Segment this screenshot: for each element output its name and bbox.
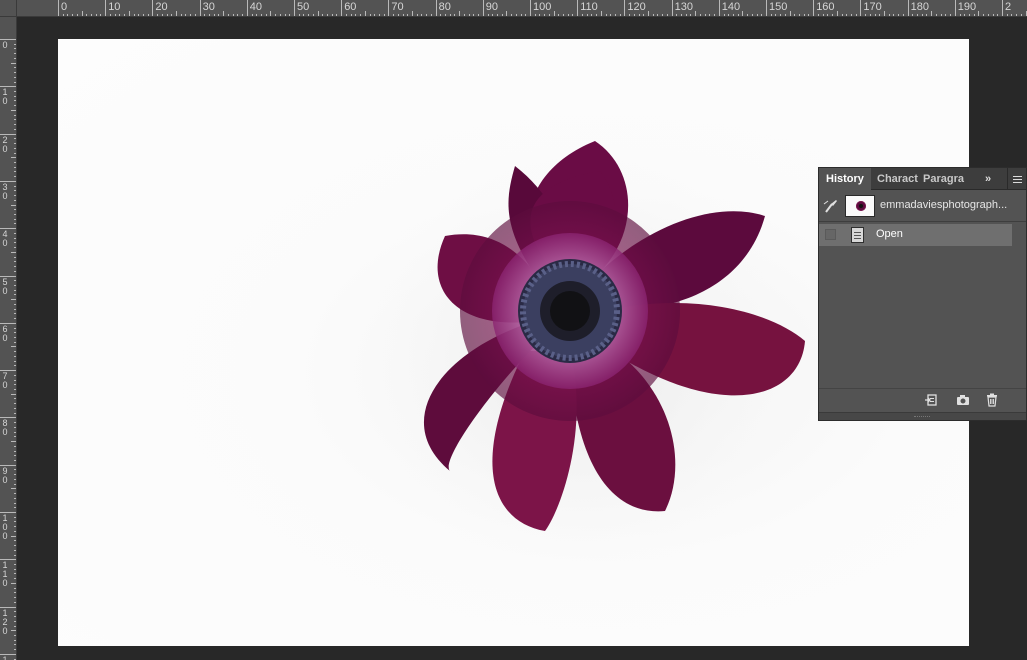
- history-source-checkbox[interactable]: [825, 229, 836, 240]
- ruler-left-label: 1: [2, 654, 8, 660]
- ruler-top-label: 2: [1005, 1, 1012, 13]
- ruler-top-label: 10: [108, 1, 121, 13]
- ruler-major-tick: [624, 0, 626, 16]
- ruler-major-tick: [294, 0, 295, 16]
- ruler-major-tick: [907, 0, 909, 16]
- ruler-top-label: 20: [155, 1, 168, 13]
- ruler-major-tick: [671, 0, 673, 16]
- panel-resize-handle[interactable]: [819, 412, 1026, 420]
- ruler-major-tick: [1002, 0, 1003, 16]
- ruler-major-tick: [105, 0, 107, 16]
- ruler-major-tick: [152, 0, 154, 16]
- history-state-label: Open: [876, 228, 903, 240]
- ruler-top-label: 30: [202, 1, 215, 13]
- ruler-top-label: 180: [910, 1, 929, 13]
- history-snapshot[interactable]: emmadaviesphotograph...: [819, 191, 1026, 222]
- ruler-major-tick: [766, 0, 767, 16]
- ruler-top-label: 90: [485, 1, 499, 13]
- ruler-left-label: 0: [2, 40, 8, 50]
- ruler-left-label: 0: [2, 190, 8, 201]
- horizontal-ruler[interactable]: 0 10 20 30 40 50 60 70 80 90 100 110 120 130 140 150 160…: [0, 0, 1027, 17]
- tab-overflow-icon[interactable]: »: [985, 168, 991, 190]
- ruler-top-label: 130: [674, 1, 693, 13]
- panel-footer: [819, 388, 1026, 412]
- ruler-major-tick: [577, 0, 579, 16]
- ruler-left-label: 0: [2, 625, 8, 636]
- ruler-top-label: 80: [438, 1, 451, 13]
- snapshot-name: emmadaviesphotograph...: [880, 199, 1008, 211]
- ruler-left-label: 0: [2, 474, 8, 485]
- ruler-major-tick: [246, 0, 248, 16]
- history-state-open[interactable]: Open: [819, 224, 1012, 246]
- document-icon: [851, 227, 864, 243]
- ruler-left-label: 0: [2, 143, 8, 154]
- ruler-major-tick: [718, 0, 720, 16]
- ruler-top-label: 120: [627, 1, 646, 13]
- ruler-top-label: 40: [249, 1, 263, 13]
- ruler-origin[interactable]: [0, 0, 17, 17]
- panel-tab-bar: History Charact Paragra »: [819, 168, 1026, 191]
- ruler-left-label: 0: [2, 427, 8, 438]
- ruler-top-label: 140: [721, 1, 741, 13]
- ruler-major-tick: [860, 0, 862, 16]
- ruler-major-tick: [58, 0, 59, 16]
- ruler-major-tick: [954, 0, 956, 16]
- ruler-top-label: 60: [344, 1, 357, 13]
- ruler-left-label: 0: [2, 285, 8, 296]
- ruler-top-label: 110: [580, 1, 598, 13]
- trash-icon[interactable]: [985, 393, 999, 407]
- ruler-left-label: 0: [2, 332, 8, 343]
- new-document-from-state-icon[interactable]: [924, 393, 938, 407]
- ruler-left-label: 0: [2, 96, 8, 107]
- tab-paragraph[interactable]: Paragra: [916, 168, 971, 190]
- ruler-major-tick: [813, 0, 815, 16]
- ruler-top-label: 160: [816, 1, 835, 13]
- ruler-left-label: 0: [2, 380, 8, 391]
- ruler-top-label: 150: [769, 1, 788, 13]
- ruler-major-tick: [199, 0, 201, 16]
- snapshot-thumbnail[interactable]: [845, 195, 875, 217]
- ruler-top-label: 0: [61, 1, 68, 13]
- ruler-top-label: 100: [533, 1, 552, 13]
- panel-menu-icon[interactable]: [1007, 168, 1026, 190]
- ruler-top-label: 190: [957, 1, 977, 13]
- ruler-left-label: 0: [2, 578, 8, 589]
- tab-history[interactable]: History: [819, 168, 871, 191]
- ruler-major-tick: [482, 0, 484, 16]
- ruler-major-tick: [341, 0, 343, 16]
- ruler-left-label: 0: [2, 238, 8, 249]
- ruler-major-tick: [435, 0, 437, 16]
- vertical-ruler[interactable]: 01020304050607080901001101201: [0, 17, 17, 660]
- history-panel: History Charact Paragra » emmadaviesphot…: [818, 167, 1027, 421]
- ruler-left-label: 0: [2, 531, 8, 541]
- ruler-top-label: 50: [297, 1, 310, 13]
- ruler-top-label: 70: [391, 1, 404, 13]
- ruler-top-label: 170: [863, 1, 882, 13]
- ruler-major-tick: [388, 0, 390, 16]
- ruler-major-tick: [530, 0, 531, 16]
- camera-icon[interactable]: [956, 393, 970, 407]
- history-brush-icon[interactable]: [823, 198, 839, 214]
